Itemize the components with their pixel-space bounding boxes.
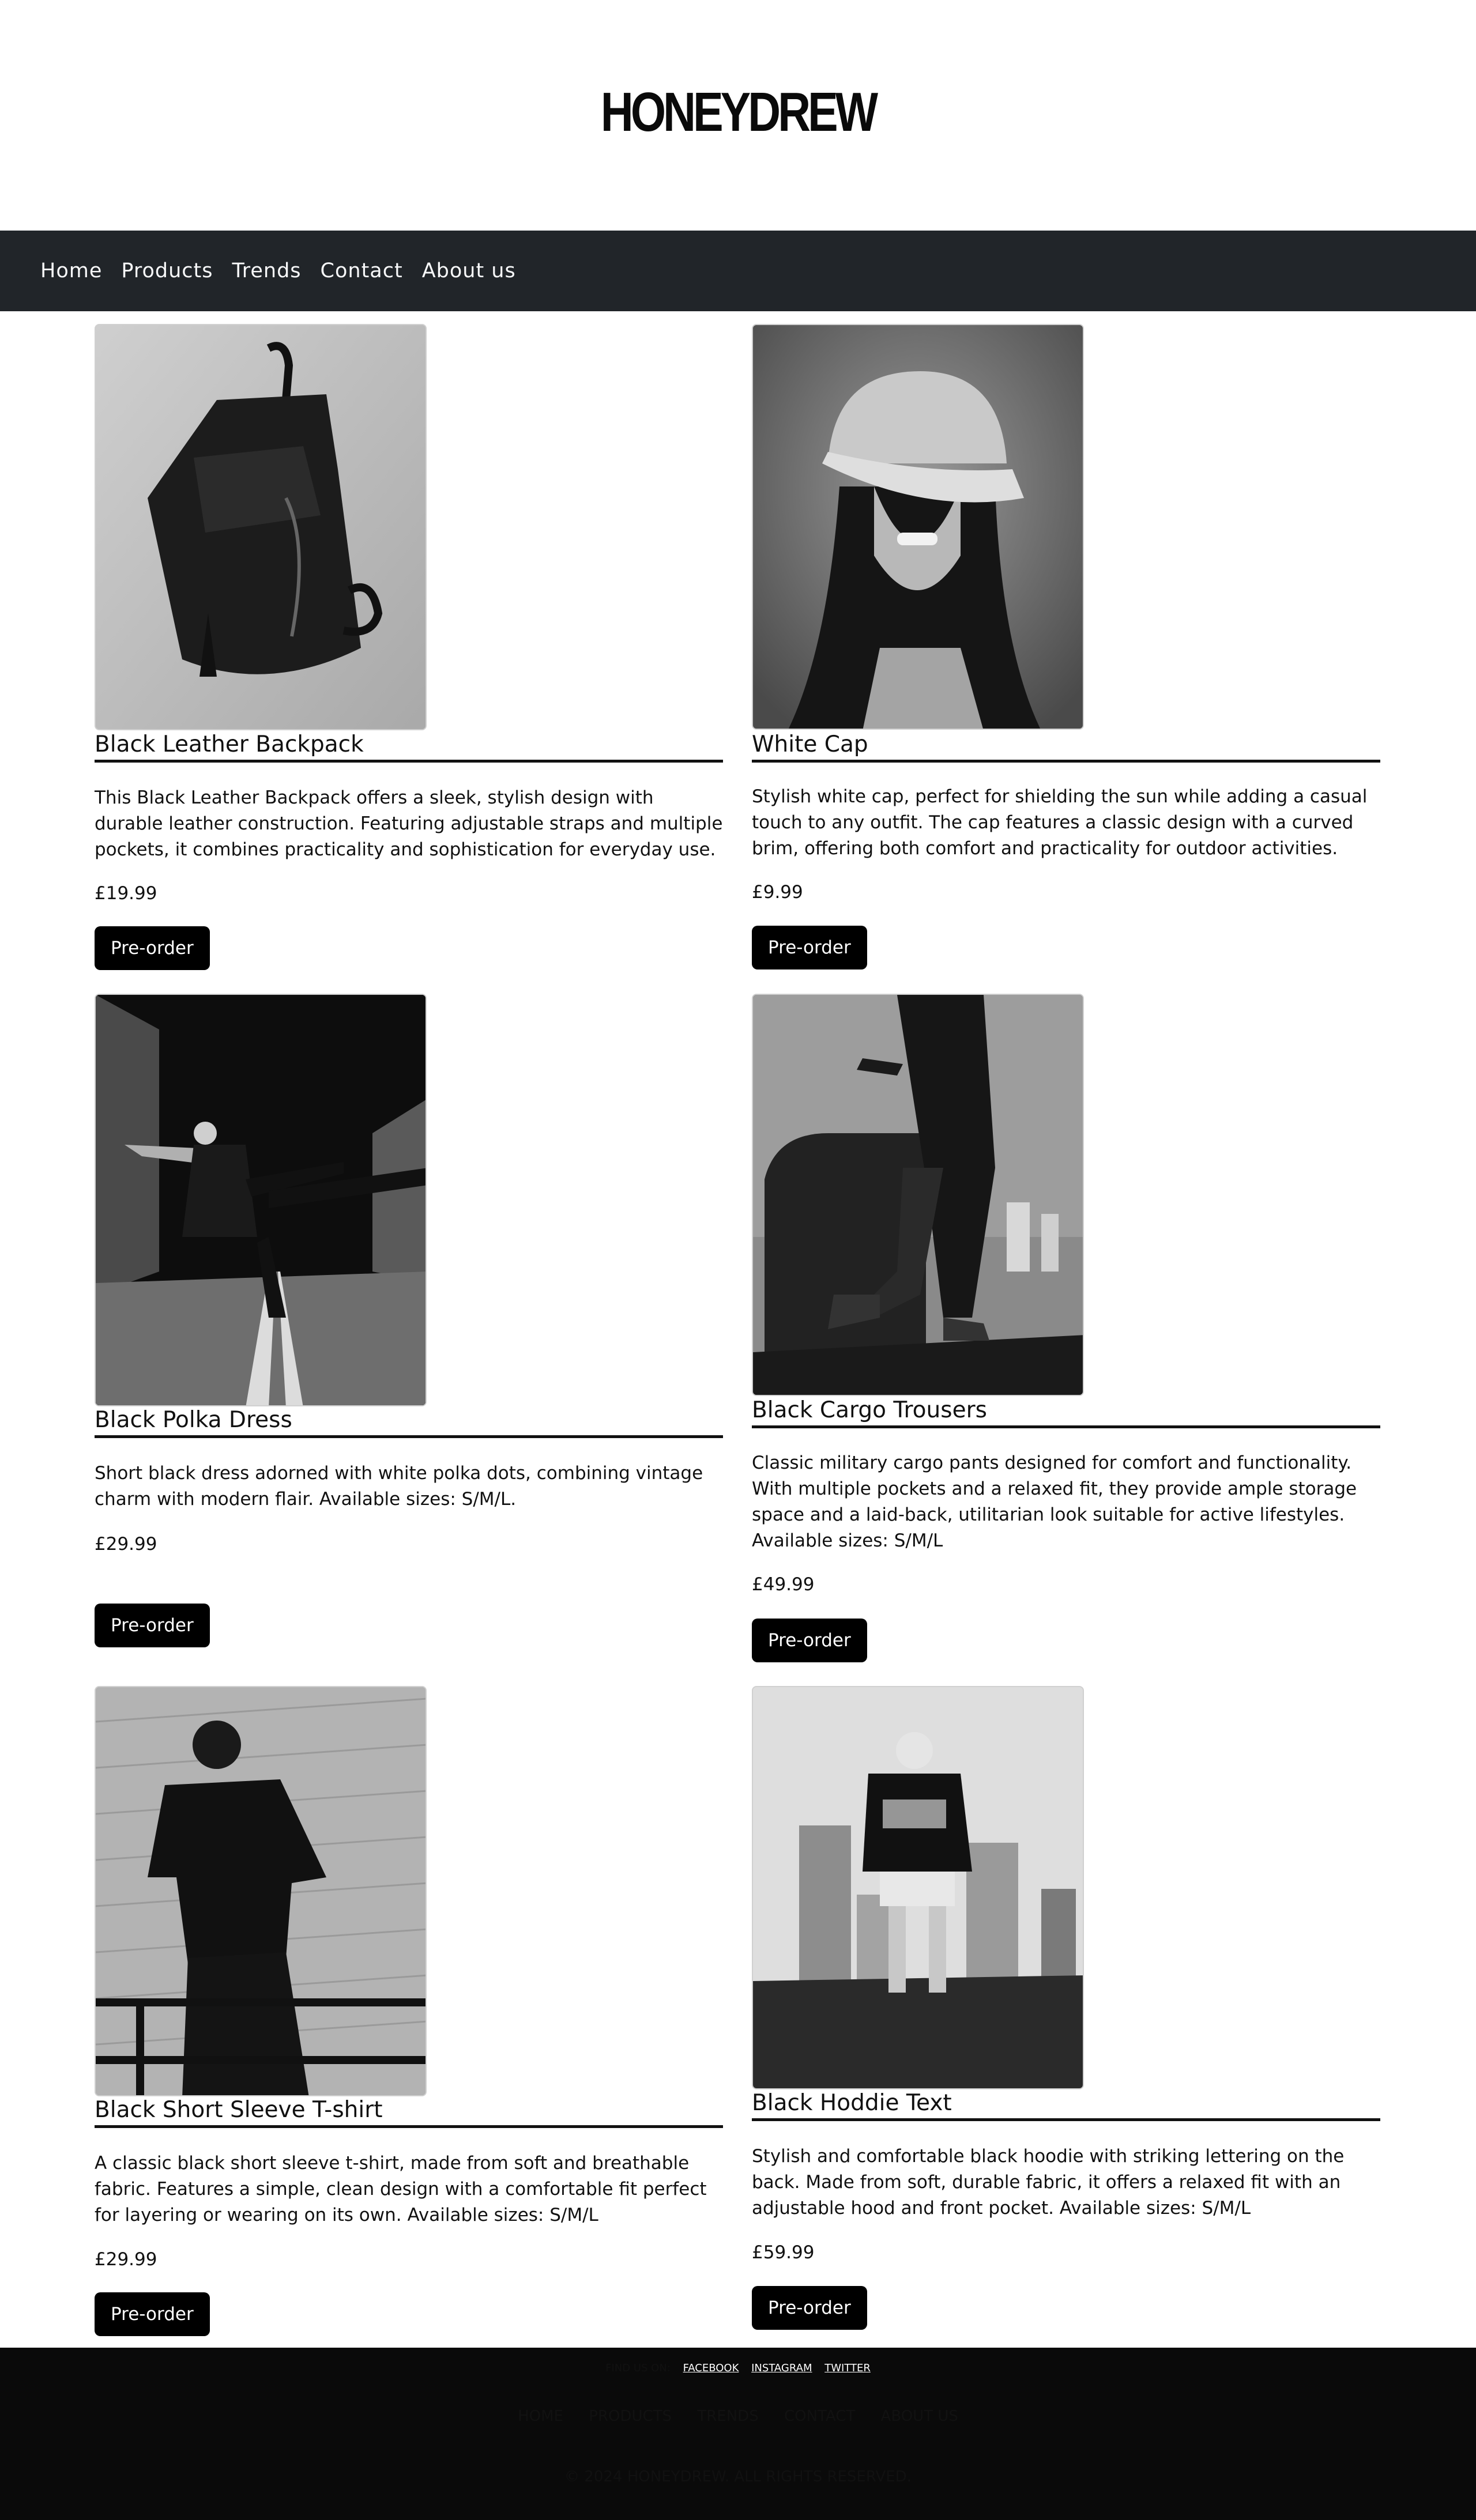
product-image-backpack <box>95 324 427 730</box>
product-price: £19.99 <box>95 883 157 904</box>
copyright: © 2024 HONEYDREW. ALL RIGHTS RESERVED. <box>564 2468 912 2485</box>
product-price: £59.99 <box>752 2242 815 2263</box>
product-description: A classic black short sleeve t-shirt, ma… <box>95 2153 707 2225</box>
footer-nav-contact[interactable]: CONTACT <box>784 2408 855 2425</box>
pre-order-button[interactable]: Pre-order <box>95 2292 210 2336</box>
site-header: HONEYDREW <box>0 0 1476 231</box>
brand-logo[interactable]: HONEYDREW <box>133 81 1343 144</box>
pre-order-button[interactable]: Pre-order <box>752 1619 867 1662</box>
product-image-tshirt <box>95 1686 427 2096</box>
footer-nav-trends[interactable]: TRENDS <box>697 2408 758 2425</box>
product-title: Black Hoddie Text <box>752 2088 1380 2121</box>
product-price: £29.99 <box>95 1534 157 1555</box>
footer-nav-products[interactable]: PRODUCTS <box>589 2408 672 2425</box>
product-title: Black Leather Backpack <box>95 730 723 763</box>
footer-nav: HOME PRODUCTS TRENDS CONTACT ABOUT US <box>0 2408 1476 2425</box>
social-links: FIND US ON: FACEBOOK INSTAGRAM TWITTER <box>0 2362 1476 2374</box>
product-description: Stylish white cap, perfect for shielding… <box>752 786 1368 859</box>
nav-contact[interactable]: Contact <box>321 259 403 282</box>
main-navbar: Home Products Trends Contact About us <box>0 231 1476 311</box>
product-title: Black Cargo Trousers <box>752 1395 1380 1428</box>
nav-about-us[interactable]: About us <box>422 259 516 282</box>
pre-order-button[interactable]: Pre-order <box>95 1604 210 1647</box>
pre-order-button[interactable]: Pre-order <box>95 926 210 970</box>
pre-order-button[interactable]: Pre-order <box>752 926 867 969</box>
product-title: Black Short Sleeve T-shirt <box>95 2095 723 2128</box>
footer-nav-home[interactable]: HOME <box>518 2408 563 2425</box>
product-description: Short black dress adorned with white pol… <box>95 1463 703 1510</box>
product-title: White Cap <box>752 730 1380 763</box>
product-image-hoodie <box>752 1686 1084 2089</box>
product-description: Stylish and comfortable black hoodie wit… <box>752 2146 1345 2219</box>
find-us-label: FIND US ON: <box>605 2362 671 2374</box>
product-title: Black Polka Dress <box>95 1405 723 1438</box>
product-price: £29.99 <box>95 2249 157 2270</box>
twitter-link[interactable]: TWITTER <box>824 2362 871 2374</box>
pre-order-button[interactable]: Pre-order <box>752 2286 867 2330</box>
product-price: £49.99 <box>752 1574 815 1595</box>
product-description: This Black Leather Backpack offers a sle… <box>95 787 723 860</box>
product-price: £9.99 <box>752 882 803 903</box>
instagram-link[interactable]: INSTAGRAM <box>751 2362 812 2374</box>
footer-nav-about-us[interactable]: ABOUT US <box>881 2408 958 2425</box>
nav-products[interactable]: Products <box>121 259 213 282</box>
product-image-cap <box>752 324 1084 730</box>
facebook-link[interactable]: FACEBOOK <box>683 2362 739 2374</box>
product-image-dress <box>95 994 427 1406</box>
nav-home[interactable]: Home <box>40 259 102 282</box>
nav-trends[interactable]: Trends <box>232 259 302 282</box>
product-description: Classic military cargo pants designed fo… <box>752 1453 1357 1551</box>
product-image-trousers <box>752 994 1084 1396</box>
